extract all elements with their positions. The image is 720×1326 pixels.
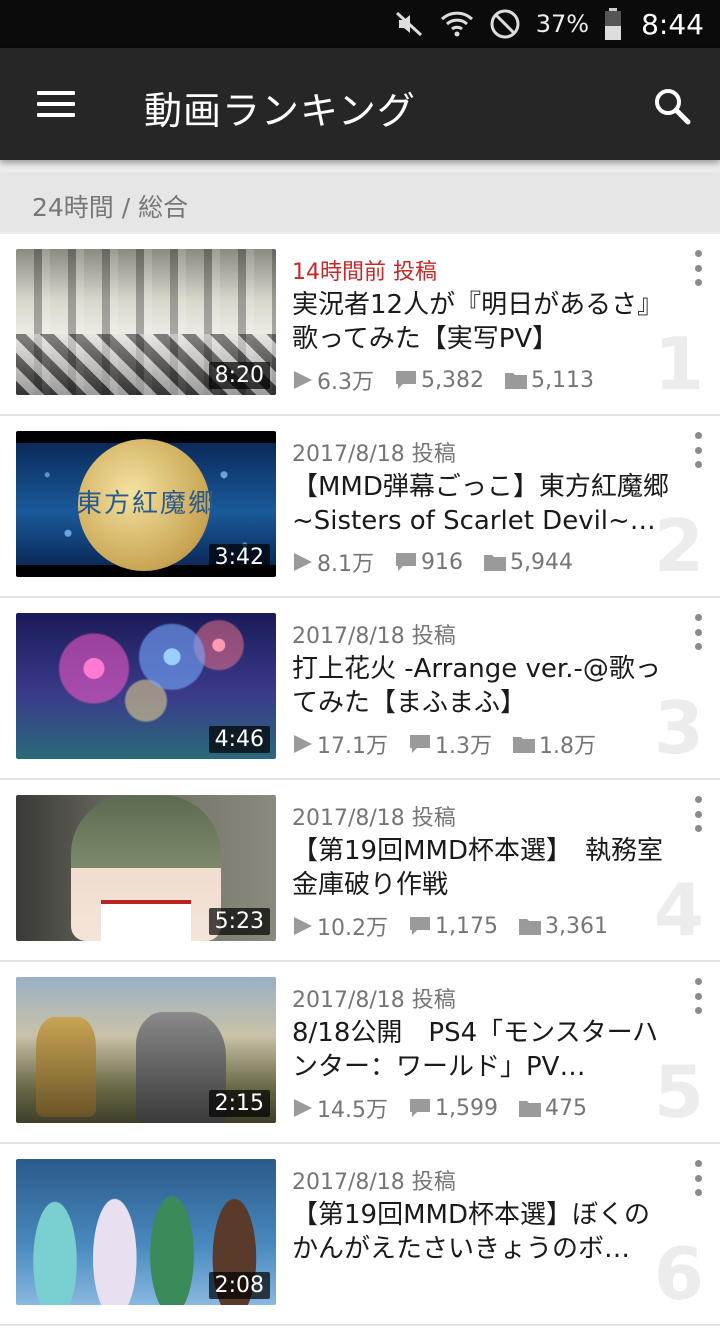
posted-date: 2017/8/18 投稿 <box>292 442 456 467</box>
video-duration: 5:23 <box>208 908 270 935</box>
video-stats: 8.1万 916 5,944 <box>292 546 593 578</box>
rank-number: 5 <box>653 1050 704 1134</box>
play-icon <box>294 735 312 753</box>
posted-date: 2017/8/18 投稿 <box>292 624 456 649</box>
rank-number: 4 <box>653 868 704 952</box>
video-duration: 2:15 <box>208 1090 270 1117</box>
page-title: 動画ランキング <box>144 89 416 133</box>
more-options-icon[interactable] <box>690 796 706 832</box>
video-item[interactable]: 東方紅魔郷 3:42 2017/8/18 投稿 【MMD弾幕ごっこ】東方紅魔郷 … <box>0 416 720 598</box>
comment-count: 5,382 <box>421 367 484 393</box>
view-count: 14.5万 <box>317 1098 388 1123</box>
video-duration: 4:46 <box>208 726 270 753</box>
comment-icon <box>410 735 430 753</box>
battery-percent: 37% <box>535 10 590 38</box>
video-thumbnail[interactable]: 5:23 <box>16 795 276 941</box>
mylist-count: 475 <box>544 1095 587 1121</box>
play-icon <box>294 1099 312 1117</box>
comment-count: 1.3万 <box>435 734 492 759</box>
posted-date: 2017/8/18 投稿 <box>292 988 456 1013</box>
video-item[interactable]: 2:15 2017/8/18 投稿 8/18公開 PS4「モンスターハンター：ワ… <box>0 962 720 1144</box>
view-count: 10.2万 <box>317 916 388 941</box>
play-icon <box>294 917 312 935</box>
video-stats: 14.5万 1,599 475 <box>292 1092 607 1124</box>
comment-count: 1,599 <box>435 1095 498 1121</box>
menu-button[interactable] <box>28 76 84 132</box>
video-duration: 2:08 <box>208 1272 270 1299</box>
video-title: 【第19回MMD杯本選】 執務室 金庫破り作戦 <box>292 836 663 900</box>
video-stats: 6.3万 5,382 5,113 <box>292 364 614 396</box>
video-item[interactable]: 8:20 14時間前 投稿 実況者12人が『明日があるさ』歌ってみた【実写PV】… <box>0 234 720 416</box>
do-not-disturb-icon <box>488 7 522 41</box>
posted-date: 2017/8/18 投稿 <box>292 1170 456 1195</box>
comment-icon <box>410 917 430 935</box>
view-count: 17.1万 <box>317 734 388 759</box>
video-stats: 17.1万 1.3万 1.8万 <box>292 728 616 760</box>
clock: 8:44 <box>641 7 704 41</box>
video-thumbnail[interactable]: 2:15 <box>16 977 276 1123</box>
app-bar: 動画ランキング <box>0 48 720 160</box>
battery-icon <box>603 7 623 41</box>
rank-number: 1 <box>653 322 704 406</box>
play-icon <box>294 553 312 571</box>
thumbnail-caption: 東方紅魔郷 <box>75 489 216 519</box>
video-stats: 10.2万 1,175 3,361 <box>292 910 628 942</box>
folder-icon <box>484 555 506 571</box>
mylist-count: 3,361 <box>544 913 608 939</box>
comment-icon <box>410 1099 430 1117</box>
comment-count: 1,175 <box>435 913 498 939</box>
mute-icon <box>392 7 426 41</box>
status-bar: 37% 8:44 <box>0 0 720 48</box>
status-icons: 37% 8:44 <box>392 0 704 48</box>
comment-icon <box>396 553 416 571</box>
folder-icon <box>518 1101 541 1117</box>
posted-date: 2017/8/18 投稿 <box>292 806 456 831</box>
video-title: 打上花火 -Arrange ver.-@歌ってみた【まふまふ】 <box>292 654 661 718</box>
mylist-count: 5,113 <box>530 367 594 393</box>
more-options-icon[interactable] <box>690 432 706 468</box>
folder-icon <box>518 919 541 935</box>
video-duration: 8:20 <box>208 362 270 389</box>
video-item[interactable]: 2:08 2017/8/18 投稿 【第19回MMD杯本選】ぼくのかんがえたさい… <box>0 1144 720 1326</box>
video-duration: 3:42 <box>208 544 270 571</box>
more-options-icon[interactable] <box>690 250 706 286</box>
video-title: 【第19回MMD杯本選】ぼくのかんがえたさいきょうのボ… <box>292 1200 650 1264</box>
posted-date: 14時間前 投稿 <box>292 260 437 285</box>
video-thumbnail[interactable]: 2:08 <box>16 1159 276 1305</box>
mylist-count: 1.8万 <box>539 734 596 759</box>
video-thumbnail[interactable]: 8:20 <box>16 249 276 395</box>
rank-number: 3 <box>653 686 704 770</box>
comment-count: 916 <box>421 549 463 575</box>
video-thumbnail[interactable]: 4:46 <box>16 613 276 759</box>
rank-number: 2 <box>653 504 704 588</box>
search-button[interactable] <box>644 78 700 134</box>
wifi-icon <box>440 7 474 41</box>
view-count: 6.3万 <box>317 370 374 395</box>
folder-icon <box>513 737 535 753</box>
rank-number: 6 <box>653 1232 704 1316</box>
folder-icon <box>504 373 527 389</box>
filter-bar[interactable]: 24時間 / 総合 <box>0 172 720 232</box>
play-icon <box>294 371 312 389</box>
video-title: 【MMD弾幕ごっこ】東方紅魔郷 ~Sisters of Scarlet Devi… <box>292 472 669 536</box>
video-title: 実況者12人が『明日があるさ』歌ってみた【実写PV】 <box>292 290 664 354</box>
filter-label: 24時間 / 総合 <box>32 193 189 222</box>
video-item[interactable]: 5:23 2017/8/18 投稿 【第19回MMD杯本選】 執務室 金庫破り作… <box>0 780 720 962</box>
ranking-list: 8:20 14時間前 投稿 実況者12人が『明日があるさ』歌ってみた【実写PV】… <box>0 234 720 1326</box>
mylist-count: 5,944 <box>510 549 573 575</box>
more-options-icon[interactable] <box>690 978 706 1014</box>
comment-icon <box>396 371 416 389</box>
view-count: 8.1万 <box>317 552 374 577</box>
more-options-icon[interactable] <box>690 614 706 650</box>
more-options-icon[interactable] <box>690 1160 706 1196</box>
search-icon <box>655 89 691 125</box>
video-title: 8/18公開 PS4「モンスターハンター：ワールド」PV… <box>292 1018 659 1082</box>
video-thumbnail[interactable]: 東方紅魔郷 3:42 <box>16 431 276 577</box>
video-item[interactable]: 4:46 2017/8/18 投稿 打上花火 -Arrange ver.-@歌っ… <box>0 598 720 780</box>
menu-icon <box>37 91 75 117</box>
